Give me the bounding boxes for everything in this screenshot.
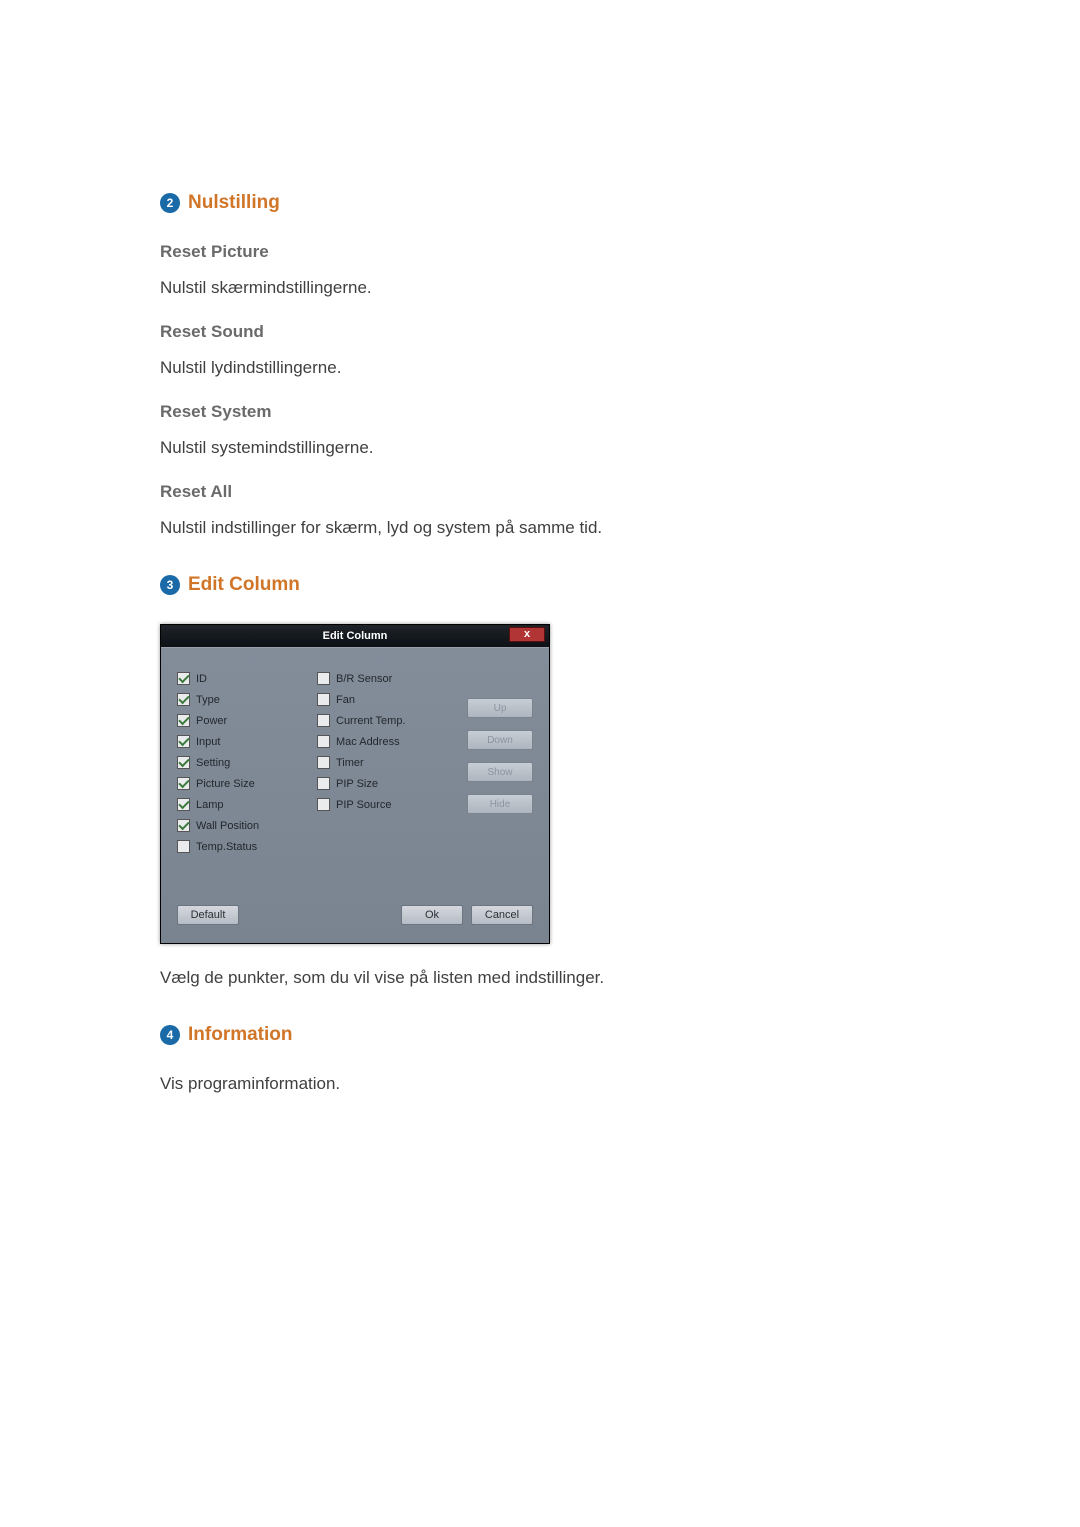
reset-sound-body: Nulstil lydindstillingerne.	[160, 358, 920, 378]
checkbox[interactable]	[177, 714, 190, 727]
hide-button[interactable]: Hide	[467, 794, 533, 814]
edit-column-caption: Vælg de punkter, som du vil vise på list…	[160, 968, 920, 988]
checkbox-label: Picture Size	[196, 778, 255, 790]
section-title: Nulstilling	[188, 192, 280, 214]
checkbox-row[interactable]: ID	[177, 672, 299, 685]
cancel-button[interactable]: Cancel	[471, 905, 533, 925]
section-number-badge: 3	[160, 575, 180, 595]
reset-sound-heading: Reset Sound	[160, 322, 920, 342]
checkbox-row[interactable]: Mac Address	[317, 735, 439, 748]
side-buttons: Up Down Show Hide	[467, 672, 533, 853]
checkbox-label: Mac Address	[336, 736, 400, 748]
checkbox-column-right: B/R Sensor Fan Current Temp. Mac Address Tim…	[317, 672, 439, 853]
reset-picture-heading: Reset Picture	[160, 242, 920, 262]
checkbox-label: Wall Position	[196, 820, 259, 832]
checkbox-row[interactable]: Power	[177, 714, 299, 727]
reset-all-body: Nulstil indstillinger for skærm, lyd og …	[160, 518, 920, 538]
checkbox[interactable]	[317, 693, 330, 706]
down-button[interactable]: Down	[467, 730, 533, 750]
checkbox-row[interactable]: PIP Size	[317, 777, 439, 790]
checkbox-label: Temp.Status	[196, 841, 257, 853]
checkbox-label: Power	[196, 715, 227, 727]
reset-picture-body: Nulstil skærmindstillingerne.	[160, 278, 920, 298]
section-header-edit-column: 3 Edit Column	[160, 574, 920, 596]
checkbox-row[interactable]: B/R Sensor	[317, 672, 439, 685]
checkbox-label: Setting	[196, 757, 230, 769]
edit-column-dialog: Edit Column x ID Type Power Input Setting Pic…	[160, 624, 550, 944]
footer-spacer	[247, 905, 393, 925]
information-body: Vis programinformation.	[160, 1074, 920, 1094]
checkbox-label: PIP Source	[336, 799, 391, 811]
show-button[interactable]: Show	[467, 762, 533, 782]
dialog-footer: Default Ok Cancel	[177, 905, 533, 925]
reset-system-body: Nulstil systemindstillingerne.	[160, 438, 920, 458]
page-content: 2 Nulstilling Reset Picture Nulstil skær…	[160, 192, 920, 1118]
checkbox-label: Lamp	[196, 799, 224, 811]
checkbox[interactable]	[177, 819, 190, 832]
section-header-nulstilling: 2 Nulstilling	[160, 192, 920, 214]
checkbox-row[interactable]: Wall Position	[177, 819, 299, 832]
checkbox-label: Timer	[336, 757, 364, 769]
section-number-badge: 4	[160, 1025, 180, 1045]
checkbox[interactable]	[317, 756, 330, 769]
checkbox-row[interactable]: Current Temp.	[317, 714, 439, 727]
reset-system-heading: Reset System	[160, 402, 920, 422]
checkbox-row[interactable]: Timer	[317, 756, 439, 769]
checkbox[interactable]	[317, 714, 330, 727]
section-header-information: 4 Information	[160, 1024, 920, 1046]
ok-button[interactable]: Ok	[401, 905, 463, 925]
checkbox-row[interactable]: Input	[177, 735, 299, 748]
dialog-body: ID Type Power Input Setting Picture Size Lamp W…	[161, 647, 549, 943]
checkbox-label: Current Temp.	[336, 715, 406, 727]
checkbox-label: ID	[196, 673, 207, 685]
checkbox[interactable]	[177, 840, 190, 853]
checkbox-label: Fan	[336, 694, 355, 706]
close-icon: x	[524, 629, 530, 640]
checkbox-row[interactable]: Setting	[177, 756, 299, 769]
checkbox-row[interactable]: PIP Source	[317, 798, 439, 811]
section-title: Information	[188, 1024, 293, 1046]
checkbox-label: Input	[196, 736, 220, 748]
checkbox[interactable]	[177, 798, 190, 811]
up-button[interactable]: Up	[467, 698, 533, 718]
reset-all-heading: Reset All	[160, 482, 920, 502]
checkbox-row[interactable]: Lamp	[177, 798, 299, 811]
section-title: Edit Column	[188, 574, 300, 596]
checkbox[interactable]	[177, 777, 190, 790]
checkbox-columns: ID Type Power Input Setting Picture Size Lamp W…	[177, 672, 533, 853]
checkbox-row[interactable]: Picture Size	[177, 777, 299, 790]
checkbox[interactable]	[177, 672, 190, 685]
close-button[interactable]: x	[509, 627, 545, 642]
checkbox-label: Type	[196, 694, 220, 706]
dialog-title: Edit Column	[323, 630, 388, 642]
checkbox[interactable]	[317, 735, 330, 748]
checkbox-row[interactable]: Type	[177, 693, 299, 706]
checkbox-label: B/R Sensor	[336, 673, 392, 685]
checkbox-row[interactable]: Fan	[317, 693, 439, 706]
default-button[interactable]: Default	[177, 905, 239, 925]
checkbox[interactable]	[177, 735, 190, 748]
section-number-badge: 2	[160, 193, 180, 213]
dialog-titlebar[interactable]: Edit Column x	[161, 625, 549, 647]
checkbox[interactable]	[317, 798, 330, 811]
checkbox-row[interactable]: Temp.Status	[177, 840, 299, 853]
checkbox[interactable]	[317, 777, 330, 790]
checkbox[interactable]	[317, 672, 330, 685]
checkbox[interactable]	[177, 693, 190, 706]
checkbox[interactable]	[177, 756, 190, 769]
checkbox-column-left: ID Type Power Input Setting Picture Size Lamp W…	[177, 672, 299, 853]
checkbox-label: PIP Size	[336, 778, 378, 790]
